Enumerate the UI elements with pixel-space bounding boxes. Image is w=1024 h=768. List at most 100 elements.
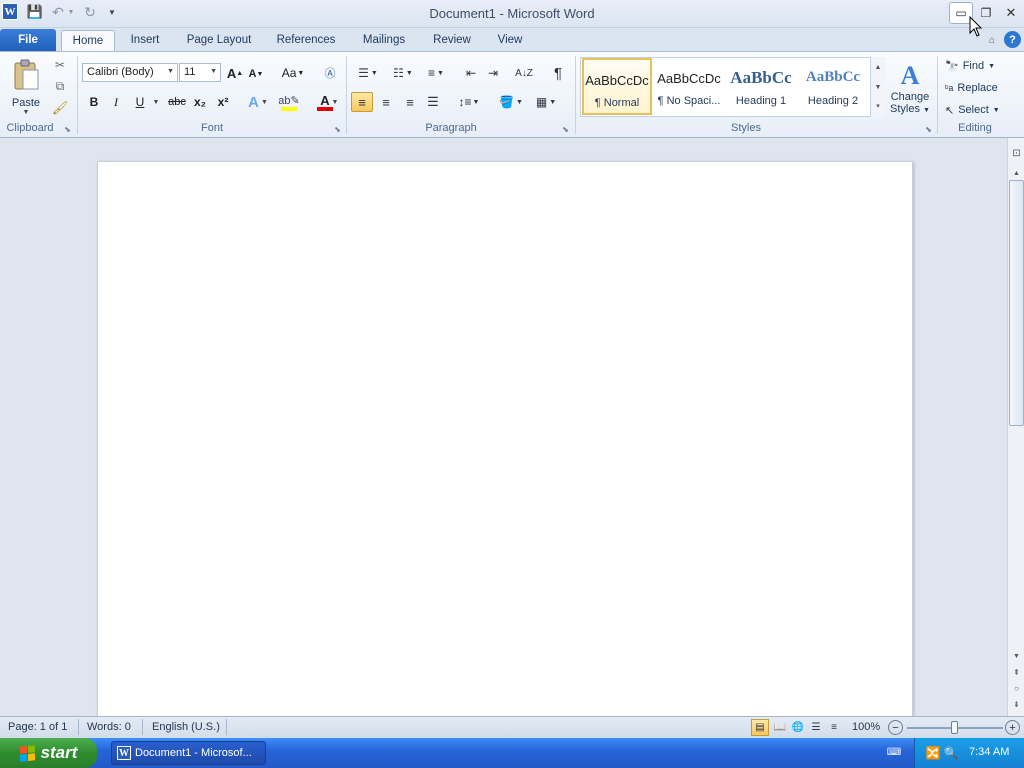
multilevel-list-button[interactable]: ≡ ▼ <box>422 64 450 82</box>
web-layout-icon[interactable]: 🌐 <box>791 720 805 735</box>
zoom-in-icon[interactable]: + <box>1005 720 1020 735</box>
paste-button[interactable]: Paste ▼ <box>6 56 46 118</box>
help-icon[interactable]: ? <box>1004 31 1021 48</box>
style-heading-1[interactable]: AaBbCc Heading 1 <box>726 58 796 115</box>
scroll-up-icon[interactable]: ▲ <box>871 57 885 77</box>
search-icon[interactable]: 🔍 <box>943 745 959 761</box>
more-styles-icon[interactable]: ▾ <box>871 97 885 115</box>
tab-review[interactable]: Review <box>426 30 478 52</box>
select-button[interactable]: ↖ Select ▼ <box>945 101 1009 119</box>
zoom-out-icon[interactable]: − <box>888 720 903 735</box>
shading-button[interactable]: 🪣 ▼ <box>496 93 526 111</box>
page-count[interactable]: Page: 1 of 1 <box>8 721 67 733</box>
draft-view-icon[interactable]: ≡ <box>827 720 841 735</box>
close-button[interactable]: ✕ <box>1000 3 1022 23</box>
scroll-down-icon[interactable]: ▼ <box>1010 650 1023 662</box>
separator <box>78 719 79 735</box>
copy-icon[interactable]: ⧉ <box>52 79 68 93</box>
change-styles-icon: A <box>900 61 920 90</box>
change-case-button[interactable]: Aa ▼ <box>280 64 306 82</box>
zoom-slider-thumb[interactable] <box>951 721 958 734</box>
print-layout-view-icon[interactable]: ▤ <box>751 719 769 736</box>
clipboard-launcher-icon[interactable]: ⬊ <box>63 125 72 134</box>
next-page-icon[interactable]: ⇟ <box>1010 698 1023 710</box>
grow-font-icon[interactable]: A ▲ <box>227 64 243 82</box>
ruler-toggle-icon[interactable]: ⊡ <box>1010 145 1023 161</box>
tab-mailings[interactable]: Mailings <box>354 30 414 52</box>
font-color-glyph: A <box>320 92 330 108</box>
language-indicator[interactable]: English (U.S.) <box>152 721 220 733</box>
align-center-button[interactable]: ≡ <box>376 93 396 111</box>
superscript-button[interactable]: x² <box>214 93 232 111</box>
style-normal[interactable]: AaBbCcDc ¶ Normal <box>582 58 652 115</box>
keyboard-icon[interactable]: ⌨ <box>886 745 902 759</box>
font-color-dropdown-icon[interactable]: ▼ <box>331 95 339 109</box>
scroll-up-icon[interactable]: ▲ <box>1010 167 1023 179</box>
highlight-button[interactable]: ab✎ <box>276 92 302 112</box>
format-painter-icon[interactable]: 🖌 <box>52 100 69 116</box>
bold-button[interactable]: B <box>86 93 102 111</box>
replace-button[interactable]: ᵇa Replace <box>945 79 1009 97</box>
bullets-button[interactable]: ☰ ▼ <box>354 64 382 82</box>
numbering-button[interactable]: ☷ ▼ <box>388 64 418 82</box>
network-icon[interactable]: 🔀 <box>925 745 941 761</box>
previous-page-icon[interactable]: ⇞ <box>1010 666 1023 678</box>
full-screen-reading-icon[interactable]: 📖 <box>773 720 787 735</box>
align-right-button[interactable]: ≡ <box>400 93 420 111</box>
strikethrough-button[interactable]: abc <box>166 93 188 111</box>
highlighter-icon: ab✎ <box>278 94 300 107</box>
underline-dropdown-icon[interactable]: ▼ <box>151 95 161 109</box>
text-effects-button[interactable]: A ▼ <box>245 92 271 112</box>
change-styles-label-2: Styles ▼ <box>890 103 930 115</box>
scroll-down-icon[interactable]: ▼ <box>871 77 885 97</box>
shrink-font-icon[interactable]: A ▼ <box>248 66 264 82</box>
show-formatting-marks-icon[interactable]: ¶ <box>548 63 568 83</box>
style-sample: AaBbCcDc <box>585 73 649 88</box>
tab-page-layout[interactable]: Page Layout <box>180 30 258 52</box>
sort-icon[interactable]: A↓Z <box>514 63 534 83</box>
system-tray: 🔀 🔍 7:34 AM <box>914 738 1024 768</box>
font-size-select[interactable]: 11 ▼ <box>179 63 221 82</box>
paragraph-launcher-icon[interactable]: ⬊ <box>561 125 570 134</box>
line-spacing-button[interactable]: ↕≡ ▼ <box>456 93 482 111</box>
minimize-ribbon-icon[interactable]: ⌂ <box>985 32 999 48</box>
tab-view[interactable]: View <box>490 30 530 52</box>
style-heading-2[interactable]: AaBbCc Heading 2 <box>798 58 868 115</box>
justify-button[interactable]: ☰ <box>423 93 443 111</box>
font-family-select[interactable]: Calibri (Body) ▼ <box>82 63 178 82</box>
title-bar: W 💾 ↶ ▼ ↻ ▼ Document1 - Microsoft Word ▭… <box>0 0 1024 28</box>
start-button[interactable]: start <box>0 738 97 768</box>
tab-file[interactable]: File <box>0 29 56 52</box>
zoom-level[interactable]: 100% <box>852 721 880 733</box>
separator <box>226 719 227 735</box>
style-name: Heading 1 <box>735 95 787 107</box>
outline-view-icon[interactable]: ☰ <box>809 720 823 735</box>
tab-insert[interactable]: Insert <box>122 30 168 52</box>
scrollbar-thumb[interactable] <box>1009 180 1024 426</box>
styles-launcher-icon[interactable]: ⬊ <box>924 125 933 134</box>
borders-button[interactable]: ▦ ▼ <box>532 93 560 111</box>
decrease-indent-icon[interactable]: ⇤ <box>462 64 480 82</box>
italic-button[interactable]: I <box>108 93 124 111</box>
taskbar-item-word[interactable]: W Document1 - Microsof... <box>111 741 266 765</box>
browse-object-icon[interactable]: ○ <box>1010 682 1023 694</box>
align-left-button[interactable]: ≡ <box>351 92 373 112</box>
increase-indent-icon[interactable]: ⇥ <box>484 64 502 82</box>
word-count[interactable]: Words: 0 <box>87 721 131 733</box>
tab-home[interactable]: Home <box>61 30 115 52</box>
cut-icon[interactable]: ✂ <box>52 58 68 72</box>
clipboard-group-label: Clipboard <box>6 122 54 134</box>
clock[interactable]: 7:34 AM <box>969 746 1009 758</box>
binoculars-icon: 🔭 <box>945 60 959 73</box>
underline-button[interactable]: U <box>132 93 148 111</box>
find-button[interactable]: 🔭 Find ▼ <box>945 57 1005 75</box>
document-page[interactable] <box>97 161 913 721</box>
clear-formatting-icon[interactable]: Ⓐ <box>320 63 340 83</box>
change-styles-button[interactable]: A Change Styles ▼ <box>888 57 932 119</box>
style-no-spacing[interactable]: AaBbCcDc ¶ No Spaci... <box>654 58 724 115</box>
subscript-button[interactable]: x₂ <box>191 93 209 111</box>
tab-references[interactable]: References <box>270 30 342 52</box>
mouse-cursor-icon <box>969 15 983 38</box>
font-launcher-icon[interactable]: ⬊ <box>333 125 342 134</box>
vertical-scrollbar[interactable]: ⊡ ▲ ▼ ⇞ ○ ⇟ <box>1007 138 1024 716</box>
